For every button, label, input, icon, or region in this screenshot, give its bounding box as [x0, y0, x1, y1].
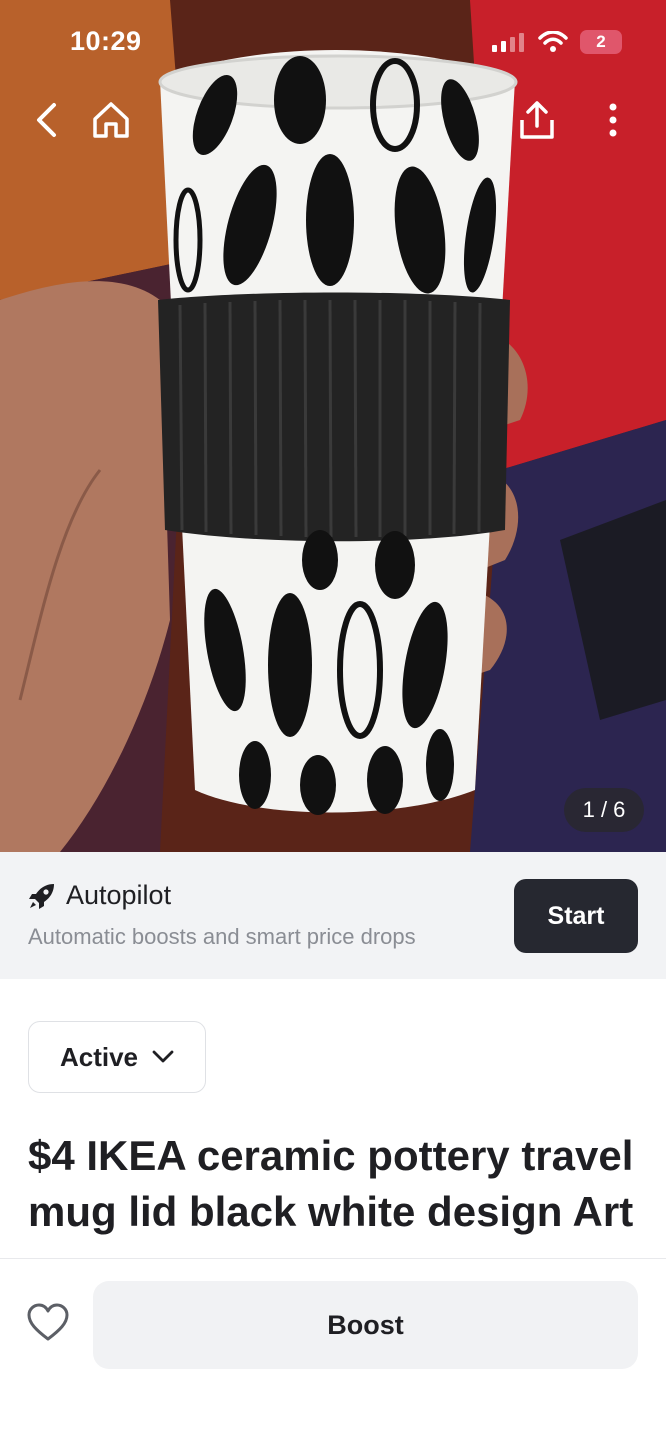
rocket-icon [29, 883, 54, 909]
more-button[interactable] [585, 92, 641, 148]
back-button[interactable] [18, 92, 74, 148]
listing-status-dropdown[interactable]: Active [28, 1021, 206, 1093]
home-button[interactable] [83, 92, 139, 148]
listing-status-label: Active [59, 1041, 139, 1072]
more-icon [609, 103, 617, 137]
status-time: 10:29 [70, 26, 142, 56]
listing-photo[interactable]: 10:29 2 1 / 6 [0, 0, 666, 852]
share-button[interactable] [509, 92, 565, 148]
back-icon [37, 103, 56, 137]
status-icons: 2 [492, 30, 622, 54]
share-icon [520, 101, 554, 139]
bottom-action-bar: Boost [0, 1258, 666, 1441]
cellular-signal-icon [492, 33, 524, 52]
autopilot-title-row: Autopilot [28, 880, 171, 911]
autopilot-banner: Autopilot Automatic boosts and smart pri… [0, 852, 666, 979]
autopilot-title: Autopilot [66, 880, 172, 910]
like-button[interactable] [26, 1301, 70, 1345]
chevron-down-icon [152, 1050, 174, 1063]
autopilot-subtitle: Automatic boosts and smart price drops [28, 924, 416, 949]
boost-button[interactable]: Boost [93, 1281, 638, 1369]
wifi-icon [538, 31, 568, 52]
autopilot-start-button[interactable]: Start [514, 879, 638, 953]
battery-icon: 2 [580, 30, 622, 54]
photo-counter: 1 / 6 [564, 788, 644, 832]
heart-icon [27, 1303, 69, 1341]
listing-title: $4 IKEA ceramic pottery travel mug lid b… [28, 1132, 634, 1235]
home-icon [93, 102, 129, 138]
listing-title-container: $4 IKEA ceramic pottery travel mug lid b… [28, 1128, 638, 1258]
